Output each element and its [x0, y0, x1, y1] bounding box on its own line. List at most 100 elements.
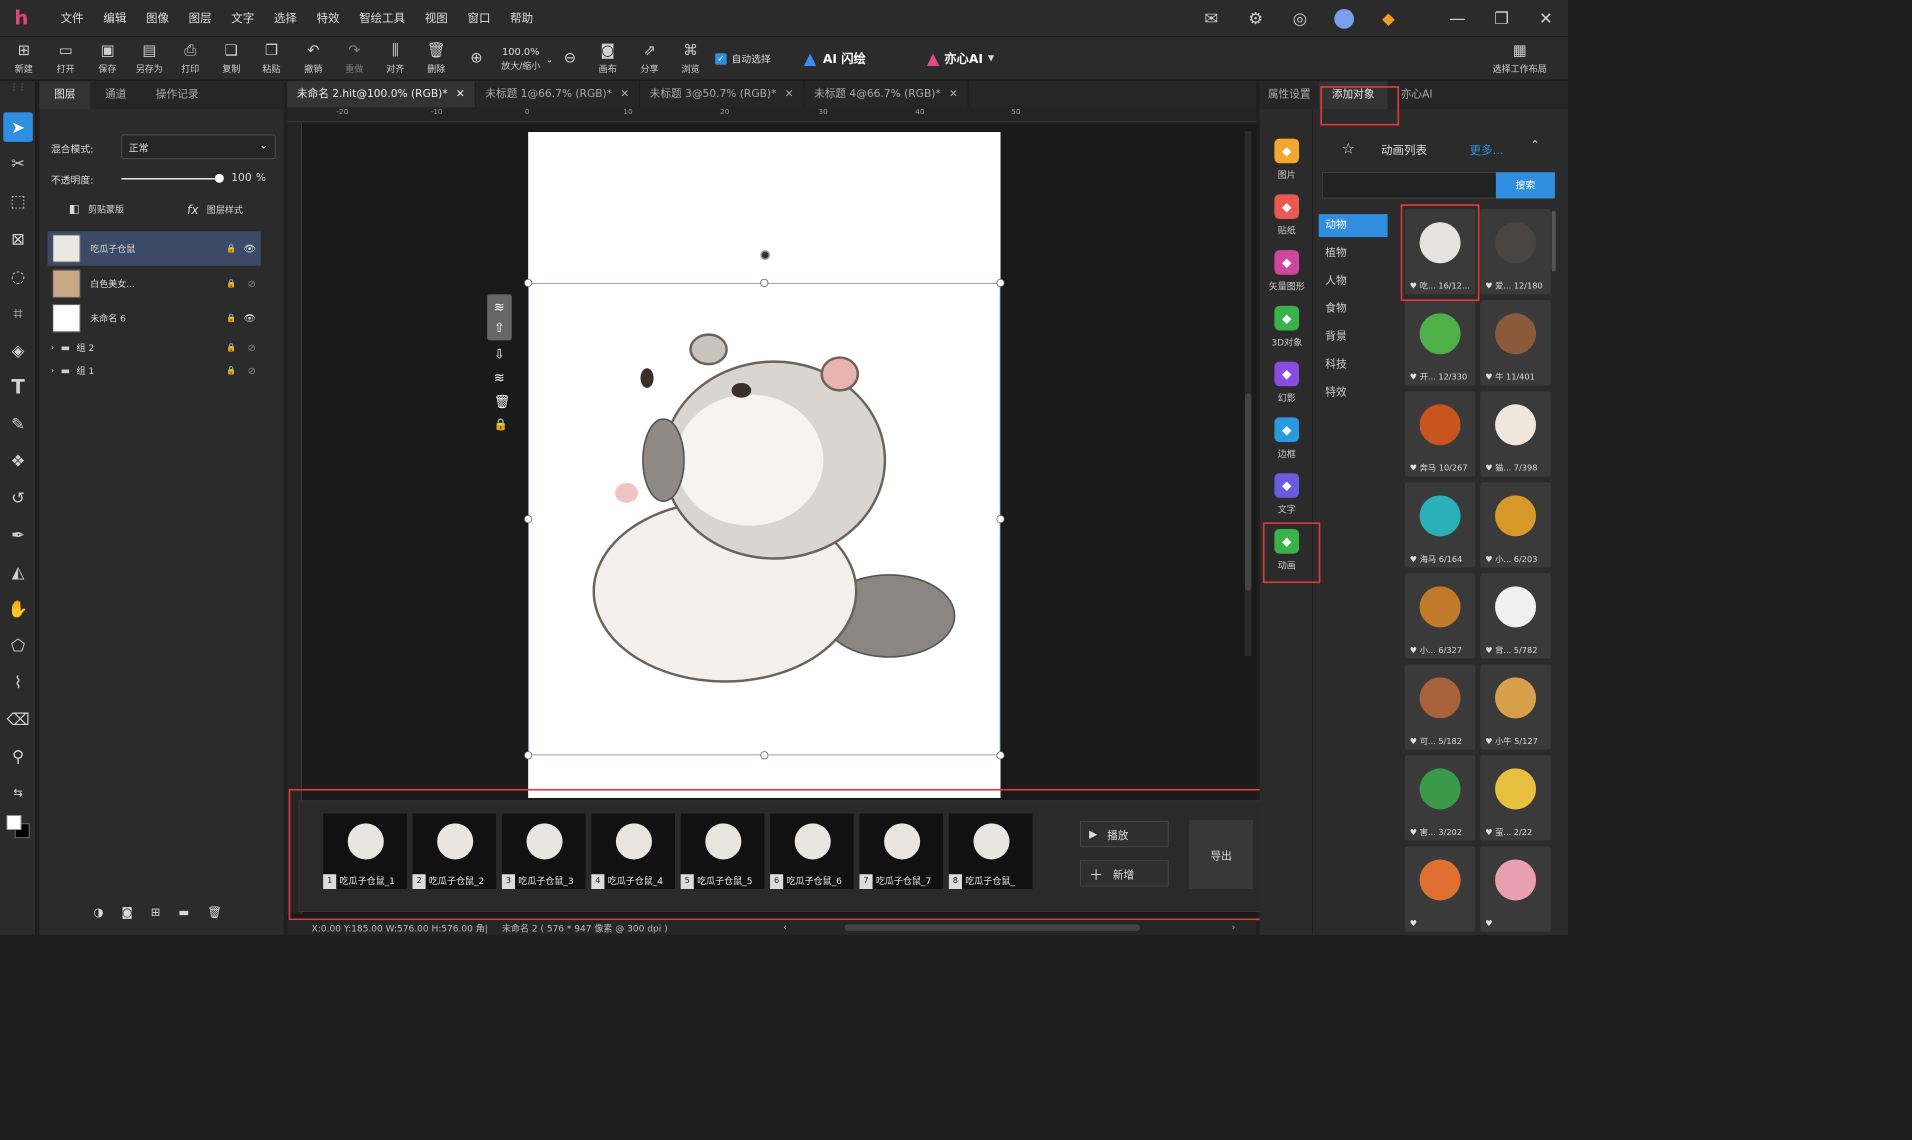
export-button[interactable]: 导出	[1189, 820, 1254, 889]
mask-icon[interactable]: ◙	[122, 906, 133, 919]
category-2[interactable]: ◆ 矢量图形	[1265, 250, 1309, 293]
animation-item[interactable]: ♥ 小... 6/327	[1404, 573, 1476, 659]
marquee-tool[interactable]: ⬚	[3, 186, 33, 216]
heart-icon[interactable]: ♥	[1410, 464, 1417, 473]
resize-handle[interactable]	[524, 751, 533, 760]
print-button[interactable]: ⎙ 打印	[170, 37, 211, 81]
minimize-icon[interactable]: —	[1435, 8, 1479, 28]
subcategory-item[interactable]: 特效	[1319, 381, 1388, 404]
doc-tab[interactable]: 未命名 2.hit@100.0% (RGB)* ✕	[287, 81, 476, 108]
vip-gem-icon[interactable]: ◆	[1366, 8, 1410, 28]
resize-handle[interactable]	[760, 278, 769, 288]
color-swatches[interactable]	[6, 815, 30, 839]
heart-icon[interactable]: ♥	[1410, 555, 1417, 564]
search-input[interactable]	[1322, 172, 1498, 199]
mail-icon[interactable]: ✉	[1189, 8, 1233, 28]
animation-item[interactable]: ♥	[1480, 846, 1551, 932]
resize-handle[interactable]	[996, 751, 1005, 760]
menu-layer[interactable]: 图层	[179, 10, 222, 26]
eye-icon[interactable]: 👁	[243, 312, 255, 323]
category-0[interactable]: ◆ 图片	[1265, 138, 1309, 182]
tab-history[interactable]: 操作记录	[141, 81, 213, 109]
heart-icon[interactable]: ♥	[1410, 646, 1417, 655]
swap-colors-button[interactable]: ⇆	[3, 778, 33, 808]
chevron-right-icon[interactable]: ›	[51, 343, 54, 352]
horizontal-scrollbar[interactable]	[844, 924, 1140, 931]
vertical-scrollbar[interactable]	[1244, 131, 1252, 657]
document-canvas[interactable]	[524, 132, 1005, 798]
bring-up-icon[interactable]: ⇧	[494, 320, 505, 336]
subcategory-item[interactable]: 人物	[1319, 270, 1388, 293]
brush-tool[interactable]: ✎	[3, 409, 33, 439]
opacity-slider-handle[interactable]	[214, 173, 224, 183]
compass-icon[interactable]: ◎	[1278, 8, 1322, 28]
animation-item[interactable]: ♥ 小... 6/203	[1480, 482, 1551, 568]
category-5[interactable]: ◆ 边框	[1265, 417, 1309, 460]
chevron-right-icon[interactable]: ›	[51, 366, 54, 375]
menu-effects[interactable]: 特效	[307, 10, 350, 26]
settings-icon[interactable]: ⚙	[1233, 8, 1277, 28]
close-icon[interactable]: ✕	[785, 88, 794, 100]
undo-button[interactable]: ↶ 撤销	[293, 37, 334, 81]
animation-item[interactable]: ♥ 开... 12/330	[1404, 300, 1476, 386]
chevron-right-icon[interactable]: ›	[1232, 922, 1236, 933]
new-button[interactable]: ⊞ 新建	[3, 37, 44, 81]
lock-icon[interactable]: 🔒	[226, 244, 236, 253]
heart-icon[interactable]: ♥	[1485, 555, 1492, 564]
menu-smart-tools[interactable]: 智绘工具	[349, 10, 415, 26]
heart-icon[interactable]: ♥	[1410, 828, 1417, 837]
resize-handle[interactable]	[524, 515, 533, 524]
lock-icon[interactable]: 🔒	[226, 343, 236, 352]
scrollbar-thumb[interactable]	[1244, 393, 1252, 591]
add-frame-button[interactable]: ＋ 新增	[1080, 860, 1169, 887]
panel-grip-icon[interactable]: ⋮⋮	[3, 81, 33, 92]
subcategory-item[interactable]: 科技	[1319, 353, 1388, 376]
animation-item[interactable]: ♥ 小牛 5/127	[1480, 664, 1551, 750]
animation-item[interactable]: ♥ 萤... 2/22	[1480, 755, 1551, 841]
animation-frame[interactable]: 1 吃瓜子仓鼠_1	[323, 813, 407, 889]
resize-handle[interactable]	[524, 278, 533, 288]
animation-item[interactable]: ♥ 海马 6/164	[1404, 482, 1476, 568]
magic-wand-tool[interactable]: ⊠	[3, 224, 33, 254]
animation-frame[interactable]: 8 吃瓜子仓鼠_	[948, 813, 1033, 889]
layer-group-row[interactable]: › ▬ 组 2 🔒 ⊘	[48, 337, 261, 358]
animation-frame[interactable]: 6 吃瓜子仓鼠_6	[770, 813, 854, 889]
eye-icon[interactable]: 👁	[243, 243, 255, 254]
animation-frame[interactable]: 5 吃瓜子仓鼠_5	[680, 813, 765, 889]
foreground-color-swatch[interactable]	[6, 815, 22, 830]
heart-icon[interactable]: ♥	[1485, 282, 1492, 291]
heart-icon[interactable]: ♥	[1410, 919, 1417, 928]
lock-icon[interactable]: 🔒	[494, 418, 508, 431]
category-4[interactable]: ◆ 幻影	[1265, 361, 1309, 405]
heart-icon[interactable]: ♥	[1410, 373, 1417, 382]
animation-item[interactable]: ♥	[1404, 846, 1476, 932]
send-down-icon[interactable]: ⇩	[494, 346, 505, 362]
doc-tab[interactable]: 未标题 1@66.7% (RGB)* ✕	[475, 81, 640, 108]
browse-button[interactable]: ⌘ 浏览	[670, 37, 711, 81]
smudge-tool[interactable]: ⌇	[3, 668, 33, 698]
shape-tool[interactable]: ◭	[3, 557, 33, 587]
category-3[interactable]: ◆ 3D对象	[1265, 305, 1309, 349]
menu-edit[interactable]: 编辑	[93, 10, 136, 26]
category-1[interactable]: ◆ 贴纸	[1265, 194, 1309, 237]
play-button[interactable]: ▶ 播放	[1080, 820, 1169, 848]
animation-frame[interactable]: 4 吃瓜子仓鼠_4	[591, 813, 675, 889]
eye-hidden-icon[interactable]: ⊘	[248, 342, 256, 353]
search-button[interactable]: 搜索	[1495, 172, 1555, 199]
animation-item[interactable]: ♥ 奔马 10/267	[1404, 391, 1476, 477]
zoom-in-button[interactable]: ⊕	[456, 37, 497, 81]
adjustment-icon[interactable]: ◑	[93, 906, 103, 919]
canvas-button[interactable]: ◙ 画布	[587, 37, 628, 81]
animation-item[interactable]: ♥ 爱... 12/180	[1480, 209, 1551, 295]
layer-row[interactable]: 白色美女... 🔒 ⊘	[48, 267, 261, 301]
blend-mode-select[interactable]: 正常 ⌄	[121, 134, 276, 160]
heart-icon[interactable]: ♥	[1410, 737, 1417, 746]
open-button[interactable]: ▭ 打开	[45, 37, 86, 81]
animation-item[interactable]: ♥ 可... 5/182	[1404, 664, 1476, 750]
save-button[interactable]: ▣ 保存	[87, 37, 128, 81]
restore-icon[interactable]: ❐	[1479, 8, 1523, 28]
eraser-tool[interactable]: ⌫	[3, 704, 33, 734]
subcategory-item[interactable]: 背景	[1319, 326, 1388, 349]
category-6[interactable]: ◆ 文字	[1265, 473, 1309, 516]
opacity-slider[interactable]	[121, 177, 220, 180]
